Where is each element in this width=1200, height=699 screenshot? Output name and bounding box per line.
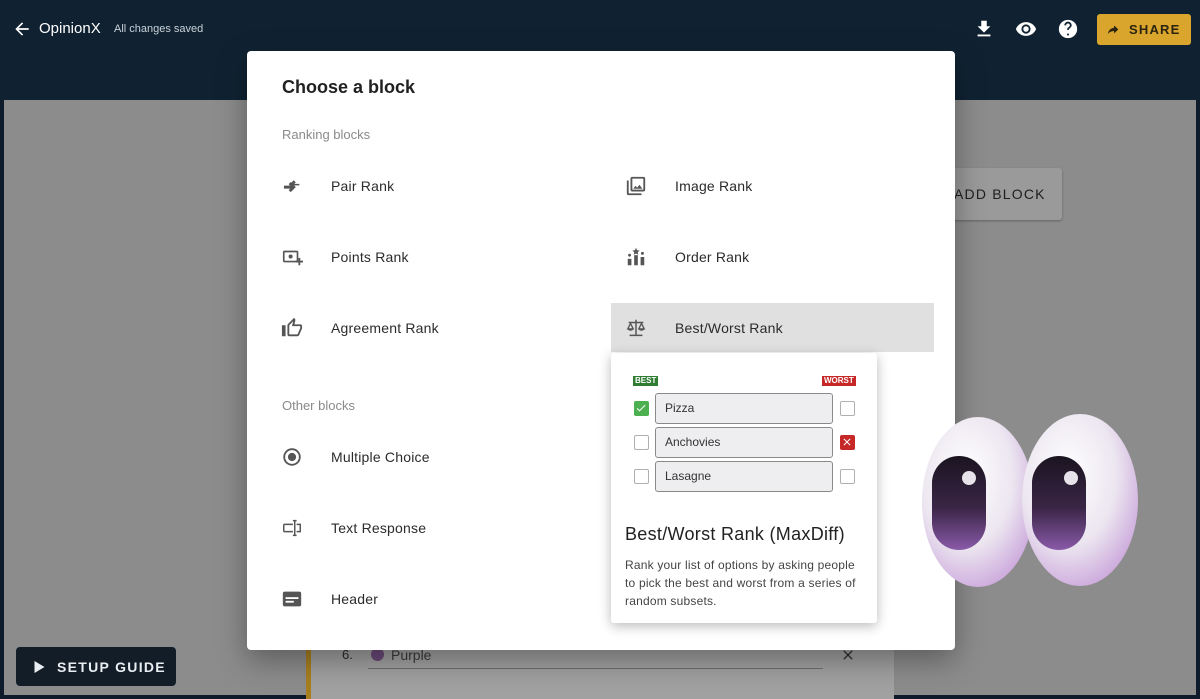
help-icon[interactable] — [1057, 18, 1079, 40]
worst-tag: WORST — [822, 376, 856, 386]
block-label: Points Rank — [331, 248, 409, 265]
best-checkbox — [634, 435, 649, 450]
block-label: Agreement Rank — [331, 319, 439, 336]
mascot-eyes-icon — [922, 414, 1138, 587]
dialog-title: Choose a block — [282, 77, 416, 97]
block-label: Image Rank — [675, 177, 753, 194]
preview-row: Anchovies — [633, 427, 857, 458]
pair-arrows-icon — [281, 175, 303, 197]
best-checkbox — [634, 469, 649, 484]
thumb-up-icon — [281, 317, 303, 339]
radio-icon — [281, 446, 303, 468]
block-multiple-choice[interactable]: Multiple Choice — [281, 432, 601, 481]
best-tag: BEST — [633, 376, 659, 386]
worst-checkbox — [840, 469, 855, 484]
ranking-section-label: Ranking blocks — [282, 127, 371, 142]
block-label: Multiple Choice — [331, 448, 430, 465]
image-icon — [625, 175, 647, 197]
worst-checkbox-checked — [840, 435, 855, 450]
add-block-label: ADD BLOCK — [954, 186, 1046, 202]
block-label: Order Rank — [675, 248, 750, 265]
option-underline — [368, 668, 823, 669]
preview-row: Pizza — [633, 393, 857, 424]
share-button[interactable]: SHARE — [1097, 14, 1191, 45]
setup-guide-button[interactable]: SETUP GUIDE — [16, 647, 176, 686]
download-icon[interactable] — [973, 18, 995, 40]
save-status: All changes saved — [114, 23, 204, 35]
block-label: Text Response — [331, 519, 427, 536]
points-money-icon — [281, 246, 303, 268]
app-brand: OpinionX — [39, 20, 101, 37]
share-label: SHARE — [1129, 22, 1181, 37]
cross-icon — [843, 438, 851, 446]
order-bars-icon — [625, 246, 647, 268]
scale-icon — [625, 317, 647, 339]
other-section-label: Other blocks — [282, 398, 355, 413]
header-card-icon — [281, 588, 303, 610]
preview-row: Lasagne — [633, 461, 857, 492]
share-arrow-icon — [1107, 24, 1119, 34]
block-text-response[interactable]: Text Response — [281, 503, 601, 552]
block-pair-rank[interactable]: Pair Rank — [281, 161, 601, 210]
block-image-rank[interactable]: Image Rank — [611, 161, 933, 210]
block-points-rank[interactable]: Points Rank — [281, 232, 601, 281]
text-field-icon — [281, 517, 303, 539]
preview-option-box: Pizza — [655, 393, 833, 424]
preview-option-box: Anchovies — [655, 427, 833, 458]
setup-guide-label: SETUP GUIDE — [57, 658, 166, 675]
preview-option-box: Lasagne — [655, 461, 833, 492]
best-checkbox-checked — [634, 401, 649, 416]
worst-checkbox — [840, 401, 855, 416]
eye-icon[interactable] — [1015, 18, 1037, 40]
block-header[interactable]: Header — [281, 574, 601, 623]
block-best-worst-rank[interactable]: Best/Worst Rank — [611, 303, 934, 352]
block-label: Best/Worst Rank — [675, 319, 783, 336]
preview-description: Rank your list of options by asking peop… — [625, 558, 856, 608]
block-label: Pair Rank — [331, 177, 395, 194]
add-block-button[interactable]: ADD BLOCK — [940, 168, 1062, 220]
block-agreement-rank[interactable]: Agreement Rank — [281, 303, 601, 352]
play-icon — [34, 660, 45, 673]
back-arrow-icon[interactable] — [12, 19, 32, 39]
check-icon — [636, 404, 646, 412]
preview-title: Best/Worst Rank (MaxDiff) — [625, 524, 845, 544]
block-label: Header — [331, 590, 379, 607]
block-order-rank[interactable]: Order Rank — [611, 232, 933, 281]
block-preview-popover: BEST WORST Pizza Anchovies Lasagne Best/… — [611, 353, 877, 623]
